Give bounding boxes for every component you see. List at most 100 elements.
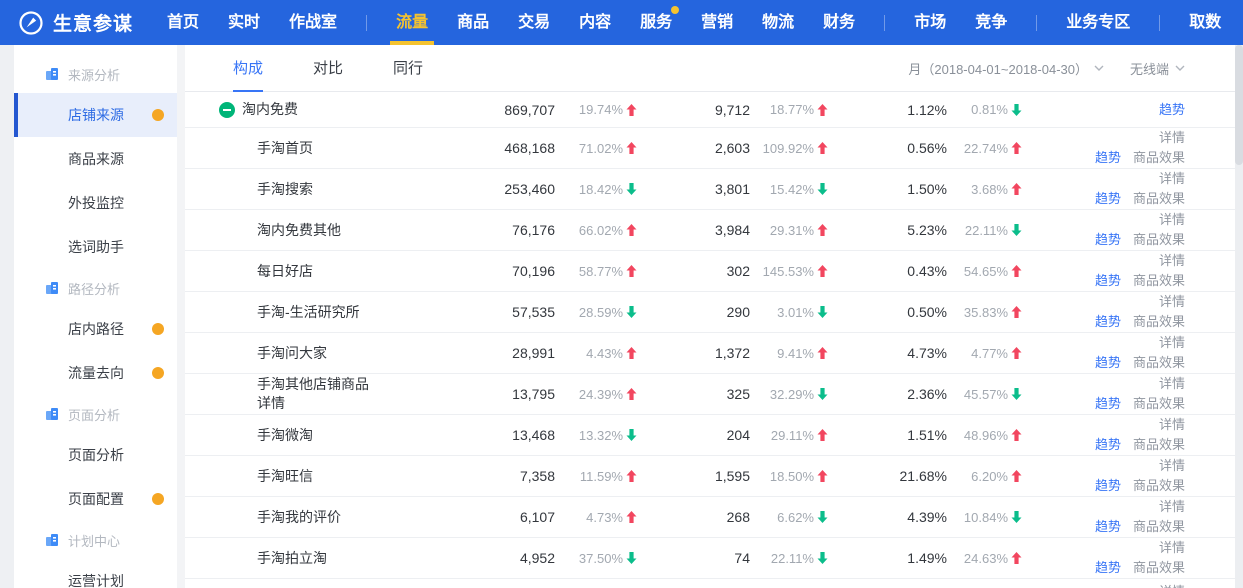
vertical-scrollbar[interactable]: [1235, 45, 1243, 588]
detail-link[interactable]: 详情: [1159, 334, 1185, 352]
sidebar-item-label: 选词助手: [68, 237, 124, 257]
sidebar-item-外投监控[interactable]: 外投监控: [14, 181, 177, 225]
trend-link[interactable]: 趋势: [1095, 354, 1121, 372]
source-name-cell: 淘内免费: [185, 100, 435, 119]
sidebar-item-选词助手[interactable]: 选词助手: [14, 225, 177, 269]
device-filter[interactable]: 无线端: [1130, 59, 1185, 78]
trend-link[interactable]: 趋势: [1159, 101, 1185, 119]
change-cell: 6.62%: [750, 510, 828, 525]
sidebar-item-流量去向[interactable]: 流量去向: [14, 351, 177, 395]
sidebar-item-label: 页面分析: [68, 445, 124, 465]
nav-item-市场[interactable]: 市场: [914, 0, 946, 45]
action-links-line: 趋势商品效果: [1095, 272, 1185, 290]
app-body: 来源分析店铺来源商品来源外投监控选词助手路径分析店内路径流量去向页面分析页面分析…: [0, 45, 1243, 588]
date-range-filter[interactable]: 月（2018-04-01~2018-04-30）: [908, 59, 1104, 78]
trend-link[interactable]: 趋势: [1095, 559, 1121, 577]
nav-item-营销[interactable]: 营销: [701, 0, 733, 45]
detail-link[interactable]: 详情: [1159, 539, 1185, 557]
trend-link[interactable]: 趋势: [1095, 518, 1121, 536]
buyers-cell: 302: [637, 263, 750, 279]
detail-link[interactable]: 详情: [1159, 170, 1185, 188]
change-cell: 13.32%: [555, 428, 637, 443]
trend-up-arrow-icon: [817, 429, 828, 441]
detail-link[interactable]: 详情: [1159, 457, 1185, 475]
report-card: 构成 对比 同行 月（2018-04-01~2018-04-30） 无线端 淘内免费…: [185, 45, 1235, 588]
trend-link[interactable]: 趋势: [1095, 436, 1121, 454]
sidebar-item-运营计划[interactable]: 运营计划: [14, 559, 177, 588]
trend-link[interactable]: 趋势: [1095, 190, 1121, 208]
product-effect-link[interactable]: 商品效果: [1133, 436, 1185, 454]
nav-item-竞争[interactable]: 竞争: [975, 0, 1007, 45]
tab-同行[interactable]: 同行: [393, 45, 423, 92]
building-icon: [45, 281, 59, 295]
nav-item-财务[interactable]: 财务: [823, 0, 855, 45]
trend-up-arrow-icon: [626, 265, 637, 277]
brand[interactable]: 生意参谋: [18, 9, 133, 36]
product-effect-link[interactable]: 商品效果: [1133, 313, 1185, 331]
nav-item-取数[interactable]: 取数: [1189, 0, 1221, 45]
change-value: 18.77%: [770, 102, 814, 117]
actions-cell: 详情趋势商品效果: [1022, 293, 1185, 331]
change-value: 24.63%: [964, 551, 1008, 566]
product-effect-link[interactable]: 商品效果: [1133, 477, 1185, 495]
product-effect-link[interactable]: 商品效果: [1133, 354, 1185, 372]
nav-item-流量[interactable]: 流量: [396, 0, 428, 45]
action-links-line: 趋势商品效果: [1095, 149, 1185, 167]
visitors-cell: 253,460: [435, 181, 555, 197]
visitors-cell: 13,795: [435, 386, 555, 402]
buyers-cell: 3,801: [637, 181, 750, 197]
product-effect-link[interactable]: 商品效果: [1133, 272, 1185, 290]
product-effect-link[interactable]: 商品效果: [1133, 231, 1185, 249]
scrollbar-thumb[interactable]: [1235, 45, 1243, 165]
nav-item-交易[interactable]: 交易: [518, 0, 550, 45]
tab-构成[interactable]: 构成: [233, 45, 263, 92]
visitors-cell: 4,952: [435, 550, 555, 566]
trend-up-arrow-icon: [626, 470, 637, 482]
change-cell: 29.11%: [750, 428, 828, 443]
detail-link[interactable]: 详情: [1159, 129, 1185, 147]
nav-item-物流[interactable]: 物流: [762, 0, 794, 45]
nav-item-实时[interactable]: 实时: [228, 0, 260, 45]
trend-link[interactable]: 趋势: [1095, 395, 1121, 413]
sidebar-item-店铺来源[interactable]: 店铺来源: [14, 93, 177, 137]
visitors-cell: 13,468: [435, 427, 555, 443]
detail-link[interactable]: 详情: [1159, 293, 1185, 311]
nav-item-商品[interactable]: 商品: [457, 0, 489, 45]
buyers-cell: 1,595: [637, 468, 750, 484]
conversion-rate-cell: 2.36%: [828, 386, 947, 402]
nav-item-首页[interactable]: 首页: [167, 0, 199, 45]
trend-down-arrow-icon: [1011, 104, 1022, 116]
nav-divider: [366, 15, 367, 31]
sidebar-group-label: 来源分析: [68, 65, 120, 84]
trend-link[interactable]: 趋势: [1095, 272, 1121, 290]
sidebar-item-店内路径[interactable]: 店内路径: [14, 307, 177, 351]
detail-link[interactable]: 详情: [1159, 498, 1185, 516]
tab-对比[interactable]: 对比: [313, 45, 343, 92]
trend-link[interactable]: 趋势: [1095, 313, 1121, 331]
product-effect-link[interactable]: 商品效果: [1133, 395, 1185, 413]
trend-link[interactable]: 趋势: [1095, 231, 1121, 249]
trend-link[interactable]: 趋势: [1095, 477, 1121, 495]
nav-item-服务[interactable]: 服务: [640, 0, 672, 45]
detail-link[interactable]: 详情: [1159, 375, 1185, 393]
filters: 月（2018-04-01~2018-04-30） 无线端: [908, 59, 1185, 78]
detail-link[interactable]: 详情: [1159, 416, 1185, 434]
sidebar-item-页面分析[interactable]: 页面分析: [14, 433, 177, 477]
trend-link[interactable]: 趋势: [1095, 149, 1121, 167]
detail-link[interactable]: 详情: [1159, 583, 1185, 588]
detail-link[interactable]: 详情: [1159, 211, 1185, 229]
nav-item-内容[interactable]: 内容: [579, 0, 611, 45]
product-effect-link[interactable]: 商品效果: [1133, 559, 1185, 577]
product-effect-link[interactable]: 商品效果: [1133, 518, 1185, 536]
product-effect-link[interactable]: 商品效果: [1133, 149, 1185, 167]
nav-item-业务专区[interactable]: 业务专区: [1066, 0, 1130, 45]
product-effect-link[interactable]: 商品效果: [1133, 190, 1185, 208]
sidebar-item-页面配置[interactable]: 页面配置: [14, 477, 177, 521]
sidebar-item-商品来源[interactable]: 商品来源: [14, 137, 177, 181]
trend-up-arrow-icon: [626, 388, 637, 400]
detail-link[interactable]: 详情: [1159, 252, 1185, 270]
sidebar-item-label: 运营计划: [68, 571, 124, 588]
collapse-toggle-icon[interactable]: [219, 102, 235, 118]
nav-item-作战室[interactable]: 作战室: [289, 0, 337, 45]
table-row: 手淘微淘13,46813.32%20429.11%1.51%48.96%详情趋势…: [185, 415, 1235, 456]
